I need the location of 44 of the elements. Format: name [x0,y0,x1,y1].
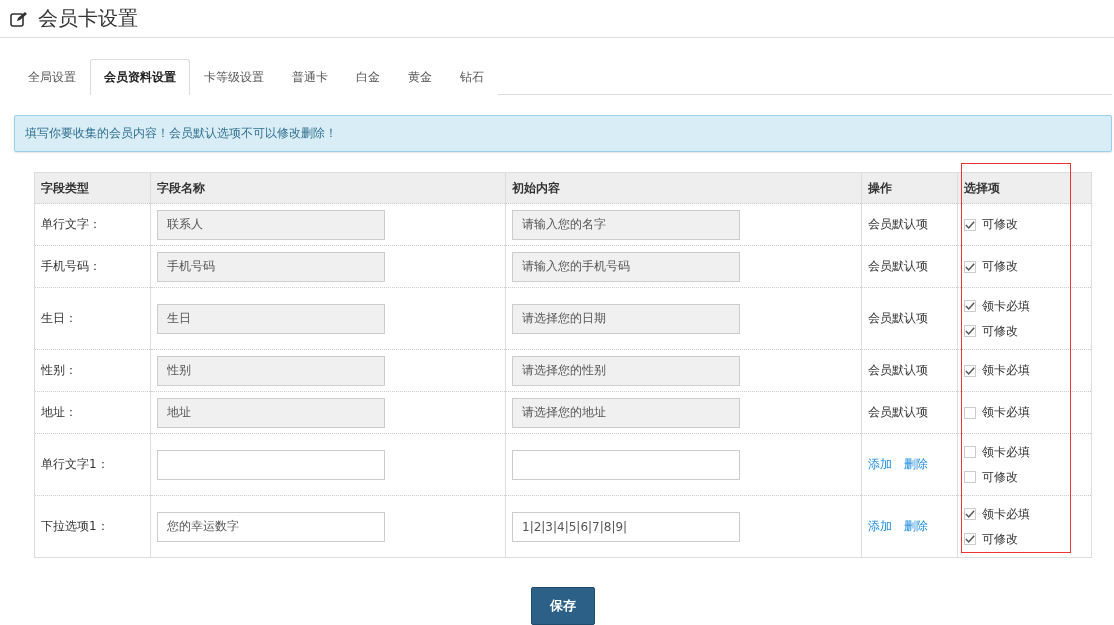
column-header: 选择项 [957,172,1092,204]
field-type: 性别： [41,363,77,377]
page-title: 会员卡设置 [38,5,138,32]
checkbox-label: 可修改 [982,468,1018,486]
checkbox-label: 可修改 [982,322,1018,340]
input-field[interactable] [157,449,385,480]
operation-text: 会员默认项 [868,217,928,231]
operation-text: 会员默认项 [868,259,928,273]
field-type: 地址： [41,405,77,419]
column-header: 字段类型 [34,172,151,204]
edit-icon [10,10,28,27]
column-header: 字段名称 [150,172,506,204]
input-field[interactable]: 1|2|3|4|5|6|7|8|9| [512,511,740,542]
action-link[interactable]: 添加 [868,519,892,533]
action-link[interactable]: 添加 [868,457,892,471]
action-link[interactable]: 删除 [904,457,928,471]
input-field[interactable] [512,449,740,480]
checkbox[interactable] [964,508,976,520]
column-header: 操作 [861,172,958,204]
field-type: 单行文字1： [41,457,109,471]
checkbox[interactable] [964,446,976,458]
save-button[interactable]: 保存 [531,587,595,625]
action-link[interactable]: 删除 [904,519,928,533]
checkbox-label: 领卡必填 [982,297,1030,315]
field-type: 下拉选项1： [41,519,109,533]
tab[interactable]: 会员资料设置 [90,59,190,95]
checkbox[interactable] [964,471,976,483]
operation-text: 会员默认项 [868,311,928,325]
checkbox-label: 领卡必填 [982,505,1030,523]
column-header: 初始内容 [505,172,862,204]
notice-alert: 填写你要收集的会员内容！会员默认选项不可以修改删除！ [14,115,1112,152]
checkbox[interactable] [964,533,976,545]
input-field[interactable]: 您的幸运数字 [157,511,385,542]
operation-text: 会员默认项 [868,405,928,419]
operation-text: 会员默认项 [868,363,928,377]
field-type: 单行文字： [41,217,101,231]
checkbox-label: 领卡必填 [982,362,1030,379]
checkbox-label: 可修改 [982,530,1018,548]
checkbox-label: 可修改 [982,258,1018,275]
checkbox-label: 领卡必填 [982,443,1030,461]
checkbox-label: 可修改 [982,216,1018,233]
field-type: 生日： [41,311,77,325]
field-type: 手机号码： [41,259,101,273]
checkbox-label: 领卡必填 [982,404,1030,421]
